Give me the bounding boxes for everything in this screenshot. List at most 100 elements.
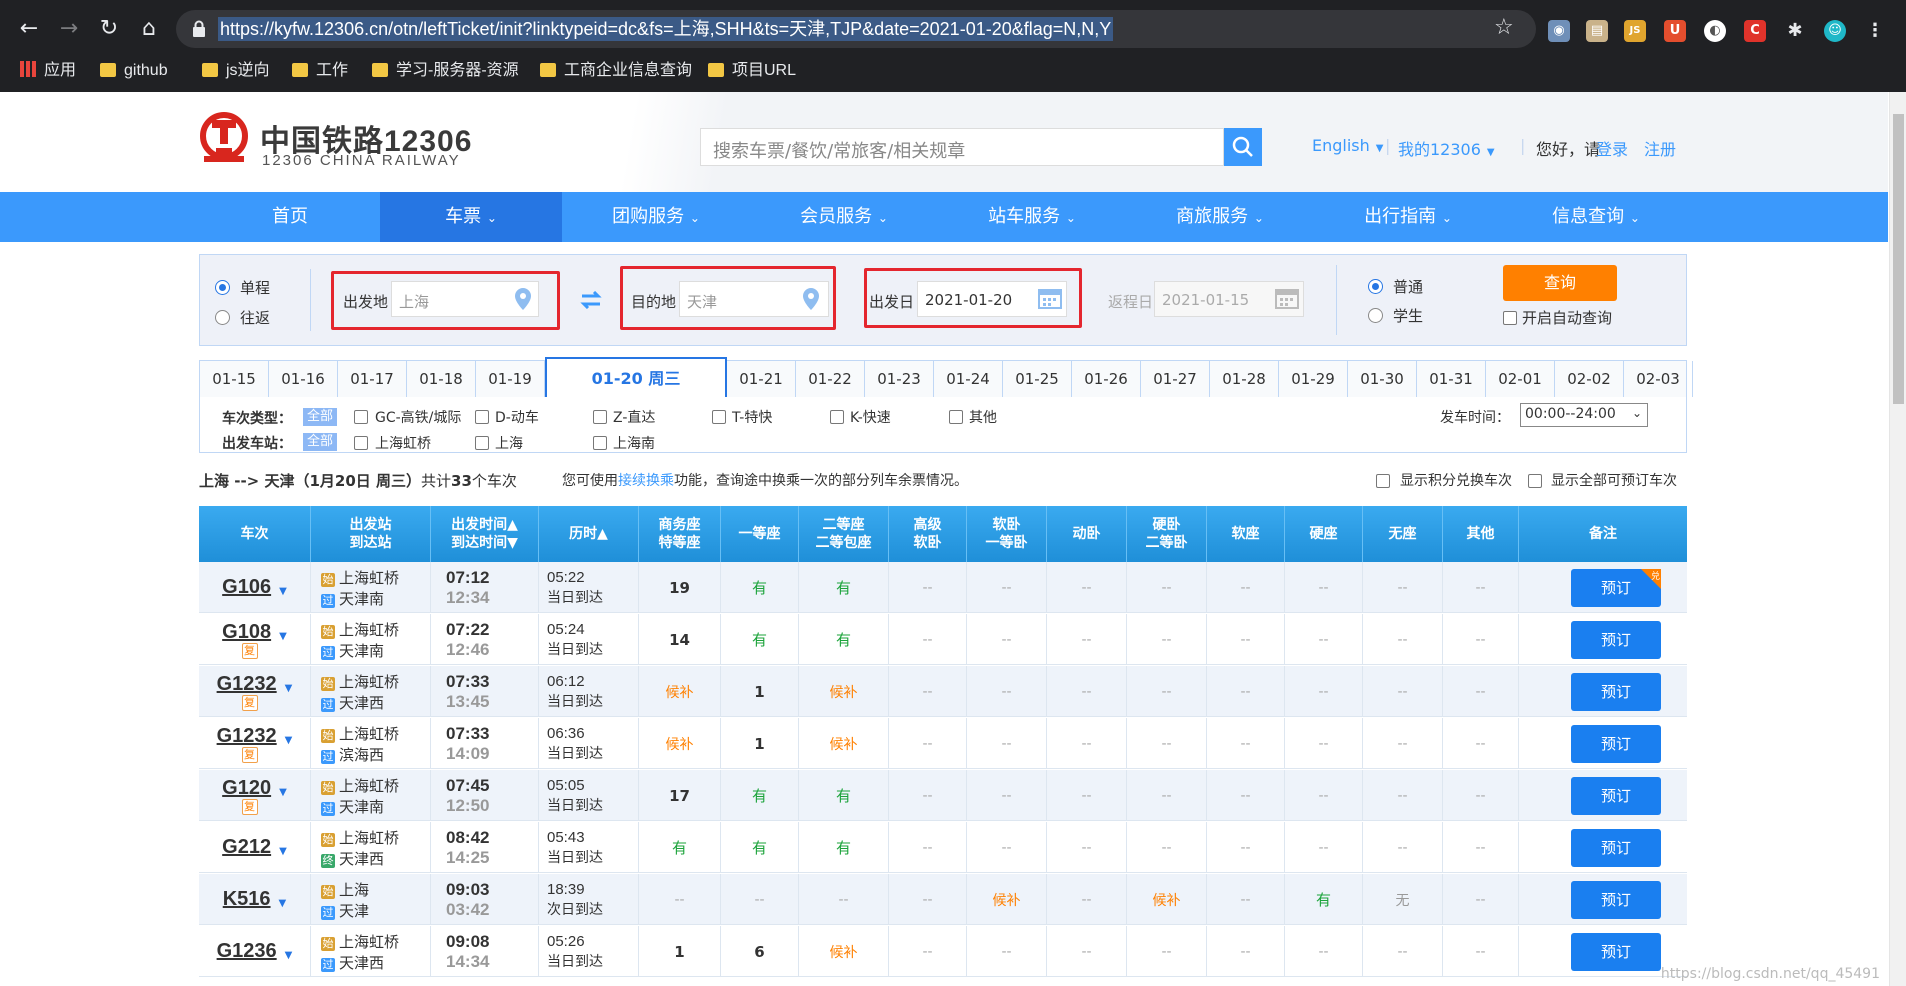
date-tab[interactable]: 01-25 (1003, 361, 1072, 397)
station-checkbox[interactable] (593, 436, 607, 450)
extensions-puzzle-icon[interactable]: ✱ (1784, 20, 1806, 42)
seat-availability[interactable]: 有 (721, 785, 798, 806)
date-tab[interactable]: 01-21 (727, 361, 796, 397)
my12306-link[interactable]: 我的12306 ▼ (1398, 136, 1495, 160)
seat-availability[interactable]: 有 (721, 837, 798, 858)
bookmark-js[interactable]: js逆向 (202, 60, 270, 82)
type-checkbox[interactable] (712, 410, 726, 424)
date-tab[interactable]: 01-31 (1417, 361, 1486, 397)
nav-guide[interactable]: 出行指南 ⌄ (1314, 192, 1502, 242)
reload-icon[interactable]: ↻ (96, 16, 122, 42)
seat-availability[interactable]: 无 (1363, 890, 1442, 910)
extension-c-icon[interactable]: C (1744, 20, 1766, 42)
nav-info[interactable]: 信息查询 ⌄ (1502, 192, 1690, 242)
profile-avatar[interactable]: ☺ (1824, 20, 1846, 42)
expand-down-icon[interactable]: ▼ (279, 787, 287, 798)
train-number-link[interactable]: G108 (222, 621, 271, 644)
date-tab[interactable]: 02-02 (1555, 361, 1624, 397)
seat-availability[interactable]: 有 (721, 629, 798, 650)
date-tab[interactable]: 01-22 (796, 361, 865, 397)
extension-circle-icon[interactable]: ◐ (1704, 20, 1726, 42)
home-icon[interactable]: ⌂ (136, 16, 162, 42)
seat-availability[interactable]: 17 (639, 787, 720, 805)
type-checkbox[interactable] (354, 410, 368, 424)
show-points-checkbox[interactable] (1376, 474, 1390, 488)
seat-availability[interactable]: 有 (799, 837, 888, 858)
book-button[interactable]: 预订 (1571, 777, 1661, 815)
seat-availability[interactable]: 6 (721, 943, 798, 961)
bookmark-star-icon[interactable]: ☆ (1494, 15, 1514, 40)
station-checkbox[interactable] (475, 436, 489, 450)
nav-station[interactable]: 站车服务 ⌄ (938, 192, 1126, 242)
bookmark-business[interactable]: 工商企业信息查询 (540, 60, 692, 82)
seat-availability[interactable]: 候补 (799, 682, 888, 702)
seat-availability[interactable]: 1 (721, 735, 798, 753)
extension-js-icon[interactable]: JS (1624, 20, 1646, 42)
roundtrip-radio[interactable] (215, 310, 230, 325)
type-checkbox[interactable] (475, 410, 489, 424)
date-tab[interactable]: 01-29 (1279, 361, 1348, 397)
register-link[interactable]: 注册 (1644, 136, 1676, 160)
site-search-input[interactable]: 搜索车票/餐饮/常旅客/相关规章 (700, 128, 1224, 166)
date-tab-selected[interactable]: 01-20 周三 (545, 357, 727, 399)
train-number-link[interactable]: G1232 (217, 673, 277, 696)
nav-business[interactable]: 商旅服务 ⌄ (1126, 192, 1314, 242)
expand-down-icon[interactable]: ▼ (279, 898, 287, 909)
expand-down-icon[interactable]: ▼ (285, 735, 293, 746)
train-number-link[interactable]: G120 (222, 777, 271, 800)
oneway-radio[interactable] (215, 280, 230, 295)
bookmark-projects[interactable]: 项目URL (708, 60, 796, 82)
expand-down-icon[interactable]: ▼ (285, 683, 293, 694)
station-checkbox[interactable] (354, 436, 368, 450)
seat-availability[interactable]: 1 (639, 943, 720, 961)
nav-tickets[interactable]: 车票 ⌄ (380, 192, 562, 242)
seat-availability[interactable]: 有 (799, 629, 888, 650)
login-link[interactable]: 登录 (1596, 136, 1628, 160)
seat-availability[interactable]: 有 (639, 837, 720, 858)
extension-book-icon[interactable]: ▤ (1586, 20, 1608, 42)
nav-home[interactable]: 首页 (200, 192, 380, 242)
departure-time-select[interactable]: 00:00--24:00 ⌄ (1520, 403, 1648, 427)
type-checkbox[interactable] (949, 410, 963, 424)
book-button[interactable]: 预订 (1571, 881, 1661, 919)
type-checkbox[interactable] (830, 410, 844, 424)
type-checkbox[interactable] (593, 410, 607, 424)
seat-availability[interactable]: 候补 (799, 734, 888, 754)
railway-logo-icon[interactable] (198, 112, 250, 168)
bookmark-github[interactable]: github (100, 60, 168, 82)
extension-u-icon[interactable]: U (1664, 20, 1686, 42)
student-radio[interactable] (1368, 308, 1383, 323)
train-number-link[interactable]: G1236 (217, 940, 277, 963)
expand-down-icon[interactable]: ▼ (279, 631, 287, 642)
seat-availability[interactable]: 候补 (639, 734, 720, 754)
seat-availability[interactable]: 有 (721, 577, 798, 598)
type-all-button[interactable]: 全部 (303, 408, 338, 426)
date-tab[interactable]: 01-19 (476, 361, 545, 397)
train-number-link[interactable]: G212 (222, 836, 271, 859)
transfer-link[interactable]: 接续换乘 (618, 473, 674, 489)
seat-availability[interactable]: 候补 (1127, 890, 1206, 910)
seat-availability[interactable]: 候补 (639, 682, 720, 702)
scrollbar-thumb[interactable] (1893, 114, 1904, 404)
date-tab[interactable]: 01-24 (934, 361, 1003, 397)
extension-owl-icon[interactable]: ◉ (1548, 20, 1570, 42)
station-all-button[interactable]: 全部 (303, 433, 338, 451)
bookmark-work[interactable]: 工作 (292, 60, 348, 82)
back-icon[interactable]: ← (16, 16, 42, 42)
normal-radio[interactable] (1368, 279, 1383, 294)
date-tab[interactable]: 01-26 (1072, 361, 1141, 397)
show-all-checkbox[interactable] (1528, 474, 1542, 488)
seat-availability[interactable]: 1 (721, 683, 798, 701)
bookmark-apps[interactable]: 应用 (20, 60, 76, 82)
seat-availability[interactable]: 有 (1285, 889, 1362, 910)
date-tab[interactable]: 01-16 (269, 361, 338, 397)
url-text[interactable]: https://kyfw.12306.cn/otn/leftTicket/ini… (218, 17, 1114, 41)
seat-availability[interactable]: 候补 (967, 890, 1046, 910)
seat-availability[interactable]: 有 (799, 785, 888, 806)
book-button[interactable]: 预订 (1571, 725, 1661, 763)
date-tab[interactable]: 01-15 (200, 361, 269, 397)
date-tab[interactable]: 02-03 (1624, 361, 1693, 397)
swap-icon[interactable] (580, 291, 602, 309)
site-search-button[interactable] (1224, 128, 1262, 166)
seat-availability[interactable]: 有 (799, 577, 888, 598)
